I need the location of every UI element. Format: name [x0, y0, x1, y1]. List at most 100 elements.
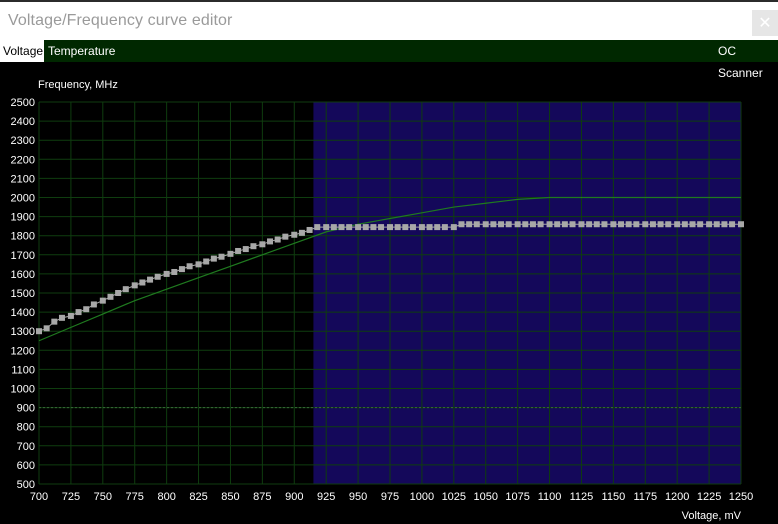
vf-curve-point[interactable] [529, 221, 536, 228]
vf-curve-point[interactable] [242, 246, 249, 253]
vf-curve-point[interactable] [689, 221, 696, 228]
vf-curve-point[interactable] [99, 297, 106, 304]
vf-curve-point[interactable] [83, 306, 90, 313]
x-tick-label: 1025 [442, 491, 466, 503]
vf-curve-point[interactable] [665, 221, 672, 228]
vf-curve-point[interactable] [227, 250, 234, 257]
vf-curve-point[interactable] [291, 231, 298, 238]
vf-curve-point[interactable] [490, 221, 497, 228]
vf-curve-point[interactable] [441, 224, 448, 231]
vf-curve-point[interactable] [203, 258, 210, 265]
vf-curve-point[interactable] [147, 276, 154, 283]
vf-curve-point[interactable] [593, 221, 600, 228]
vf-curve-chart[interactable]: 500 600 700 800 900 1000 1100 1200 1300 1400 1500 1… [0, 62, 778, 524]
tab-temperature[interactable]: Temperature [45, 40, 118, 62]
vf-curve-point[interactable] [250, 243, 257, 250]
vf-curve-point[interactable] [697, 221, 704, 228]
vf-curve-point[interactable] [729, 221, 736, 228]
vf-curve-point[interactable] [259, 241, 266, 248]
vf-curve-point[interactable] [36, 328, 42, 335]
vf-curve-point[interactable] [657, 221, 664, 228]
vf-curve-point[interactable] [537, 221, 544, 228]
vf-curve-point[interactable] [633, 221, 640, 228]
vf-curve-point[interactable] [674, 221, 681, 228]
vf-curve-point[interactable] [561, 221, 568, 228]
vf-curve-point[interactable] [139, 279, 146, 286]
vf-curve-point[interactable] [323, 224, 330, 231]
vf-curve-point[interactable] [514, 221, 521, 228]
vf-curve-point[interactable] [546, 221, 553, 228]
vf-curve-point[interactable] [586, 221, 593, 228]
vf-curve-point[interactable] [681, 221, 688, 228]
vf-curve-point[interactable] [274, 236, 281, 243]
vf-curve-point[interactable] [186, 263, 193, 270]
vf-curve-point[interactable] [122, 286, 129, 293]
vf-curve-point[interactable] [473, 221, 480, 228]
vf-curve-point[interactable] [43, 325, 50, 332]
vf-curve-point[interactable] [171, 268, 178, 275]
vf-curve-point[interactable] [387, 224, 393, 231]
vf-curve-point[interactable] [75, 309, 82, 316]
x-tick-label: 925 [317, 491, 335, 503]
vf-curve-point[interactable] [713, 221, 720, 228]
close-button[interactable]: ✕ [752, 10, 778, 36]
vf-curve-point[interactable] [426, 224, 433, 231]
vf-curve-point[interactable] [721, 221, 728, 228]
vf-curve-point[interactable] [218, 253, 225, 260]
vf-curve-point[interactable] [58, 314, 65, 321]
vf-curve-point[interactable] [706, 221, 713, 228]
vf-curve-point[interactable] [235, 247, 242, 254]
y-tick-label: 800 [17, 422, 35, 434]
vf-curve-point[interactable] [450, 224, 457, 231]
oc-scanner-button[interactable]: OC Scanner [715, 40, 778, 80]
vf-curve-point[interactable] [601, 221, 608, 228]
vf-curve-point[interactable] [115, 290, 122, 296]
vf-curve-point[interactable] [298, 229, 305, 236]
vf-curve-point[interactable] [738, 221, 744, 228]
vf-curve-point[interactable] [107, 293, 114, 300]
vf-curve-point[interactable] [131, 282, 138, 289]
vf-curve-point[interactable] [554, 221, 561, 228]
vf-curve-point[interactable] [314, 224, 321, 231]
x-axis-label: Voltage, mV [682, 510, 742, 522]
vf-curve-point[interactable] [346, 224, 353, 231]
vf-curve-point[interactable] [370, 224, 377, 231]
vf-curve-point[interactable] [505, 221, 512, 228]
vf-curve-point[interactable] [625, 221, 632, 228]
x-tick-label: 1200 [665, 491, 689, 503]
vf-curve-point[interactable] [418, 224, 425, 231]
vf-curve-point[interactable] [610, 221, 617, 228]
vf-curve-point[interactable] [338, 224, 345, 231]
vf-curve-point[interactable] [163, 270, 170, 277]
vf-curve-point[interactable] [458, 221, 465, 228]
vf-curve-point[interactable] [522, 221, 529, 228]
vf-curve-point[interactable] [618, 221, 625, 228]
vf-curve-point[interactable] [282, 233, 289, 240]
vf-curve-point[interactable] [434, 224, 441, 231]
vf-curve-point[interactable] [649, 221, 656, 228]
vf-curve-point[interactable] [306, 226, 313, 233]
vf-curve-point[interactable] [569, 221, 576, 228]
vf-curve-point[interactable] [578, 221, 585, 228]
vf-curve-point[interactable] [482, 221, 489, 228]
tab-voltage[interactable]: Voltage [0, 40, 44, 62]
vf-curve-point[interactable] [267, 238, 274, 245]
y-tick-label: 2100 [11, 173, 35, 185]
vf-curve-point[interactable] [355, 224, 362, 231]
vf-curve-point[interactable] [210, 255, 217, 262]
vf-curve-point[interactable] [402, 224, 409, 231]
vf-curve-point[interactable] [154, 273, 161, 280]
vf-curve-point[interactable] [409, 224, 416, 231]
vf-curve-point[interactable] [362, 224, 369, 231]
vf-curve-point[interactable] [195, 261, 202, 268]
vf-curve-point[interactable] [378, 224, 385, 231]
vf-curve-point[interactable] [498, 221, 505, 228]
vf-curve-point[interactable] [394, 224, 401, 231]
vf-curve-point[interactable] [642, 221, 649, 228]
vf-curve-point[interactable] [466, 221, 473, 228]
vf-curve-point[interactable] [90, 301, 97, 308]
vf-curve-point[interactable] [178, 266, 185, 273]
vf-curve-point[interactable] [51, 318, 58, 325]
vf-curve-point[interactable] [330, 224, 337, 231]
vf-curve-point[interactable] [67, 312, 74, 319]
